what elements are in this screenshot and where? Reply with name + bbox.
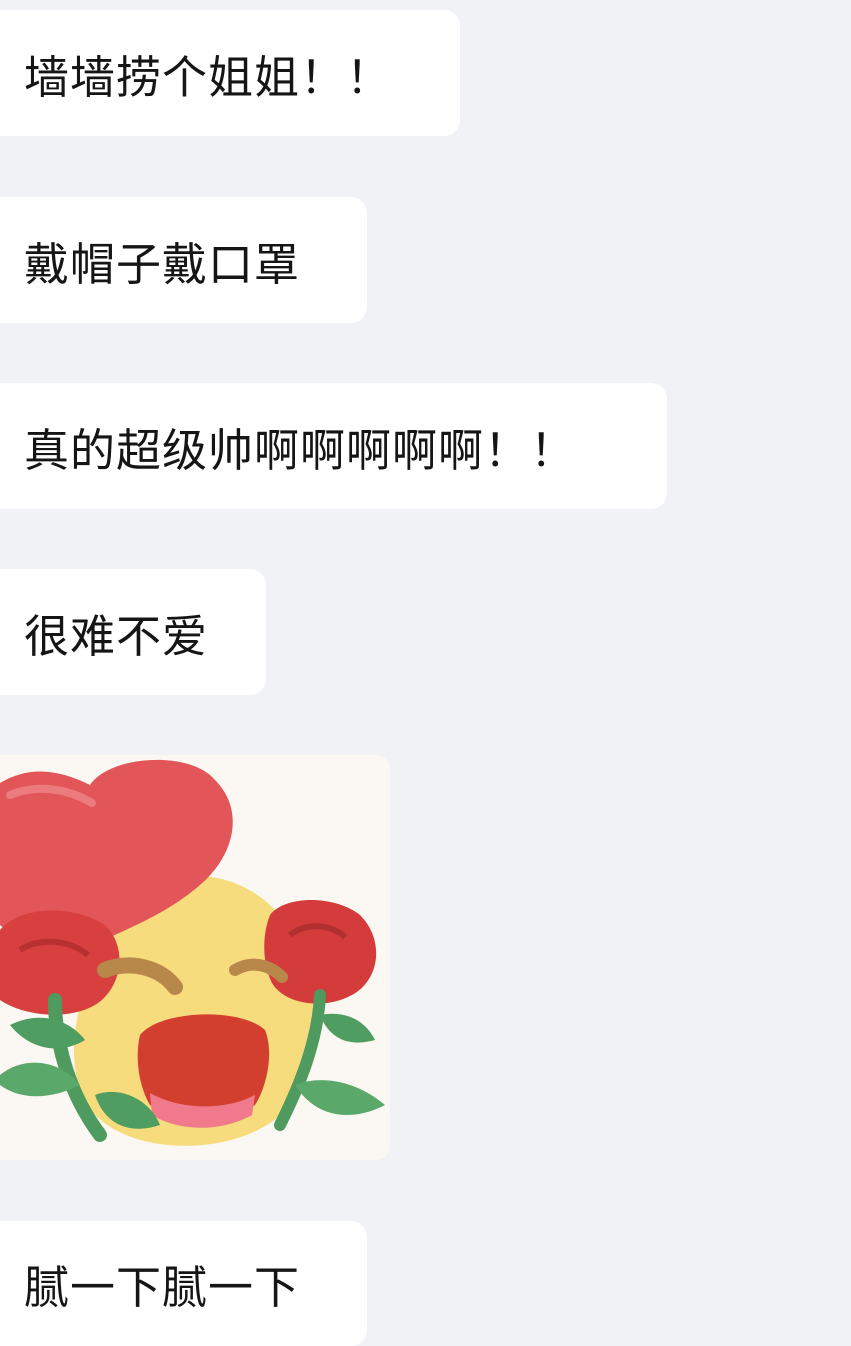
message-bubble[interactable]: 腻一下腻一下	[0, 1221, 367, 1346]
sticker-message[interactable]	[0, 755, 390, 1160]
message-text: 真的超级帅啊啊啊啊啊！！	[24, 423, 577, 477]
message-text: 腻一下腻一下	[24, 1261, 301, 1314]
message-text: 很难不爱	[24, 609, 209, 663]
message-bubble[interactable]: 墙墙捞个姐姐！！	[0, 10, 460, 136]
message-bubble[interactable]: 很难不爱	[0, 569, 266, 695]
heart-roses-sticker-icon	[0, 755, 390, 1160]
message-bubble[interactable]: 戴帽子戴口罩	[0, 197, 367, 323]
message-bubble[interactable]: 真的超级帅啊啊啊啊啊！！	[0, 383, 667, 509]
message-text: 戴帽子戴口罩	[24, 237, 301, 291]
message-text: 墙墙捞个姐姐！！	[24, 50, 393, 104]
